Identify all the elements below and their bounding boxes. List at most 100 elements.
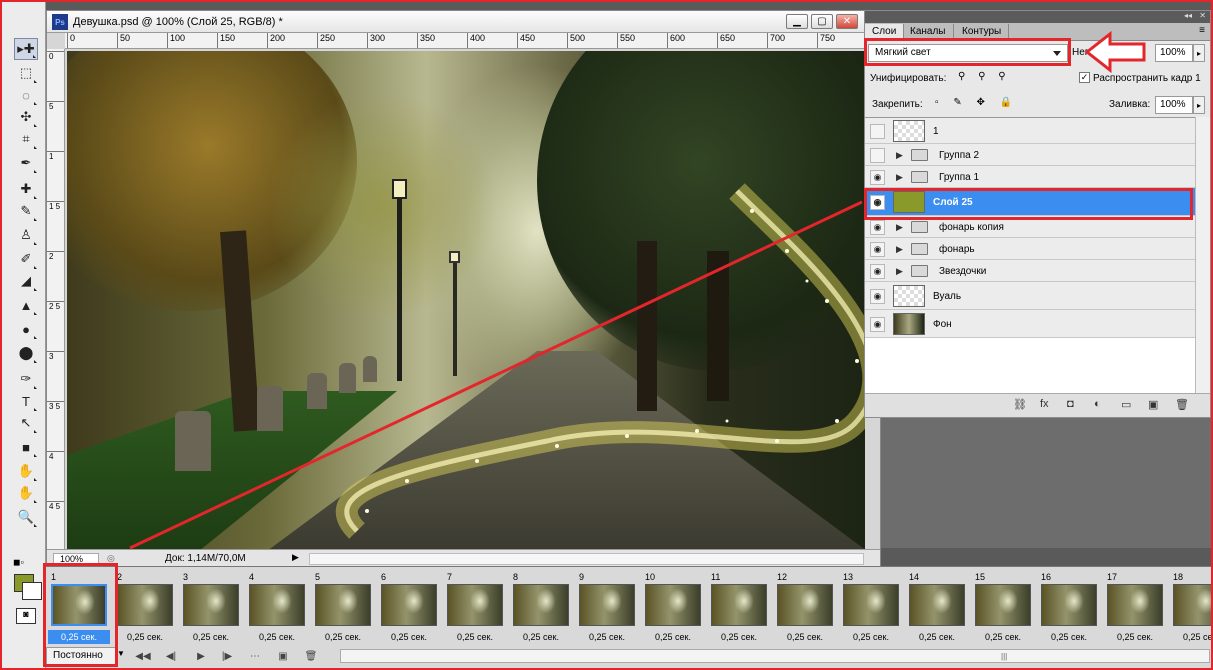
frame-thumbnail[interactable] (51, 584, 107, 626)
frame-delay-select[interactable]: 0,25 сек. (708, 630, 770, 644)
quick-selection-tool-icon[interactable]: ✣ (14, 106, 38, 128)
animation-frame[interactable]: 11 0,25 сек. (708, 570, 770, 646)
image-canvas[interactable] (67, 51, 865, 549)
frame-thumbnail[interactable] (447, 584, 503, 626)
animation-frame[interactable]: 16 0,25 сек. (1038, 570, 1100, 646)
frame-thumbnail[interactable] (1041, 584, 1097, 626)
default-colors-icon[interactable]: ◼▫ (13, 557, 24, 568)
frame-delay-select[interactable]: 0,25 сек. (906, 630, 968, 644)
layer-row[interactable]: 1 (865, 118, 1195, 144)
panel-header-strip[interactable]: ◂◂ ✕ (865, 11, 1210, 23)
frame-thumbnail[interactable] (315, 584, 371, 626)
folder-icon[interactable]: ▭ (1121, 398, 1131, 411)
background-color-swatch[interactable] (22, 582, 42, 600)
layer-row[interactable]: ◉ ▶ фонарь копия (865, 216, 1195, 238)
layer-thumbnail[interactable] (893, 120, 925, 142)
3d-rotate-tool-icon[interactable]: ✋ (14, 460, 38, 482)
visibility-eye-icon[interactable]: ◉ (870, 169, 885, 185)
horizontal-scrollbar[interactable] (309, 553, 864, 565)
next-frame-icon[interactable]: |▶ (218, 648, 236, 664)
play-icon[interactable]: ▶ (192, 648, 210, 664)
tab-layers[interactable]: Слои (865, 24, 905, 41)
animation-frame[interactable]: 5 0,25 сек. (312, 570, 374, 646)
frame-thumbnail[interactable] (183, 584, 239, 626)
visibility-eye-icon[interactable] (870, 123, 885, 139)
tab-channels[interactable]: Каналы (903, 24, 954, 41)
previous-frame-icon[interactable]: ◀| (162, 648, 180, 664)
frame-delay-select[interactable]: 0,25 сек. (246, 630, 308, 644)
animation-frame[interactable]: 9 0,25 сек. (576, 570, 638, 646)
animation-frame[interactable]: 14 0,25 сек. (906, 570, 968, 646)
maximize-button[interactable]: ▢ (811, 14, 833, 29)
animation-frame[interactable]: 15 0,25 сек. (972, 570, 1034, 646)
pen-tool-icon[interactable]: ✑ (14, 368, 38, 390)
animation-frame[interactable]: 3 0,25 сек. (180, 570, 242, 646)
opacity-field[interactable]: 100% (1155, 44, 1193, 62)
animation-frame[interactable]: 7 0,25 сек. (444, 570, 506, 646)
eraser-tool-icon[interactable]: ◢ (14, 270, 38, 292)
frame-delay-select[interactable]: 0,25 сек. (510, 630, 572, 644)
adjustment-icon[interactable]: ◐ (1094, 398, 1101, 410)
opacity-slider-button[interactable]: ▸ (1193, 44, 1205, 62)
first-frame-icon[interactable]: ◀◀ (134, 648, 152, 664)
visibility-eye-icon[interactable]: ◉ (870, 263, 885, 279)
minimize-button[interactable]: ▁ (786, 14, 808, 29)
visibility-eye-icon[interactable]: ◉ (870, 241, 885, 257)
frame-delay-select[interactable]: 0,25 сек. (444, 630, 506, 644)
shape-tool-icon[interactable]: ■ (14, 436, 38, 458)
move-tool-icon[interactable]: ▸✚ (14, 38, 38, 60)
frame-delay-select[interactable]: 0,25 сек. (576, 630, 638, 644)
animation-frame[interactable]: 13 0,25 сек. (840, 570, 902, 646)
marquee-tool-icon[interactable]: ⬚ (14, 62, 38, 84)
trash-icon[interactable]: 🗑 (1175, 398, 1189, 411)
layer-row[interactable]: ◉ Вуаль (865, 282, 1195, 310)
panel-menu-icon[interactable]: ≡ (1199, 25, 1205, 36)
eyedropper-tool-icon[interactable]: ✒ (14, 152, 38, 174)
animation-frame[interactable]: 12 0,25 сек. (774, 570, 836, 646)
frame-thumbnail[interactable] (249, 584, 305, 626)
frames-scrollbar[interactable]: ||| (340, 649, 1210, 663)
blend-mode-select[interactable]: Мягкий свет (868, 44, 1068, 62)
delete-frame-icon[interactable]: 🗑 (302, 648, 320, 664)
status-menu-arrow-icon[interactable]: ▶ (292, 552, 302, 564)
duplicate-frame-icon[interactable]: ▣ (274, 648, 292, 664)
zoom-menu-icon[interactable]: ◎ (107, 553, 115, 564)
animation-frame[interactable]: 18 0,25 сек. (1170, 570, 1213, 646)
clone-stamp-tool-icon[interactable]: ♙ (14, 224, 38, 246)
frame-thumbnail[interactable] (1173, 584, 1213, 626)
frame-delay-select[interactable]: 0,25 сек. (48, 630, 110, 644)
visibility-eye-icon[interactable]: ◉ (870, 316, 885, 332)
propagate-frame-checkbox[interactable]: ✓ (1079, 72, 1090, 83)
frame-thumbnail[interactable] (381, 584, 437, 626)
frame-thumbnail[interactable] (909, 584, 965, 626)
mask-icon[interactable]: ◘ (1067, 398, 1074, 410)
expand-group-icon[interactable]: ▶ (896, 172, 903, 183)
frame-thumbnail[interactable] (513, 584, 569, 626)
frame-thumbnail[interactable] (645, 584, 701, 626)
dodge-tool-icon[interactable]: ⬤ (14, 342, 38, 364)
frame-delay-select[interactable]: 0,25 сек. (840, 630, 902, 644)
hand-tool-icon[interactable]: ✋ (14, 482, 38, 504)
healing-brush-tool-icon[interactable]: ✚ (14, 178, 38, 200)
expand-group-icon[interactable]: ▶ (896, 222, 903, 233)
layer-row[interactable]: ◉ ▶ фонарь (865, 238, 1195, 260)
layer-row[interactable]: ◉ Слой 25 (865, 188, 1195, 216)
new-layer-icon[interactable]: ▣ (1148, 398, 1158, 411)
layer-list-scrollbar[interactable] (1195, 117, 1210, 393)
close-panel-icon[interactable]: ✕ (1199, 11, 1206, 20)
frame-delay-select[interactable]: 0,25 сек. (774, 630, 836, 644)
zoom-level-field[interactable]: 100% (53, 553, 99, 565)
visibility-eye-icon[interactable]: ◉ (870, 194, 885, 210)
frame-delay-select[interactable]: 0,25 сек. (1104, 630, 1166, 644)
scroll-grip-icon[interactable]: ||| (1001, 652, 1007, 661)
document-title-bar[interactable]: Ps Девушка.psd @ 100% (Слой 25, RGB/8) *… (47, 11, 880, 33)
lasso-tool-icon[interactable]: ◌ (14, 84, 38, 106)
fill-field[interactable]: 100% (1155, 96, 1193, 114)
animation-frame[interactable]: 8 0,25 сек. (510, 570, 572, 646)
frame-delay-select[interactable]: 0,25 сек. (378, 630, 440, 644)
brush-tool-icon[interactable]: ✎ (14, 200, 38, 222)
blur-tool-icon[interactable]: ● (14, 318, 38, 340)
history-brush-tool-icon[interactable]: ✐ (14, 248, 38, 270)
link-icon[interactable]: ⛓ (1013, 398, 1027, 411)
expand-group-icon[interactable]: ▶ (896, 244, 903, 255)
